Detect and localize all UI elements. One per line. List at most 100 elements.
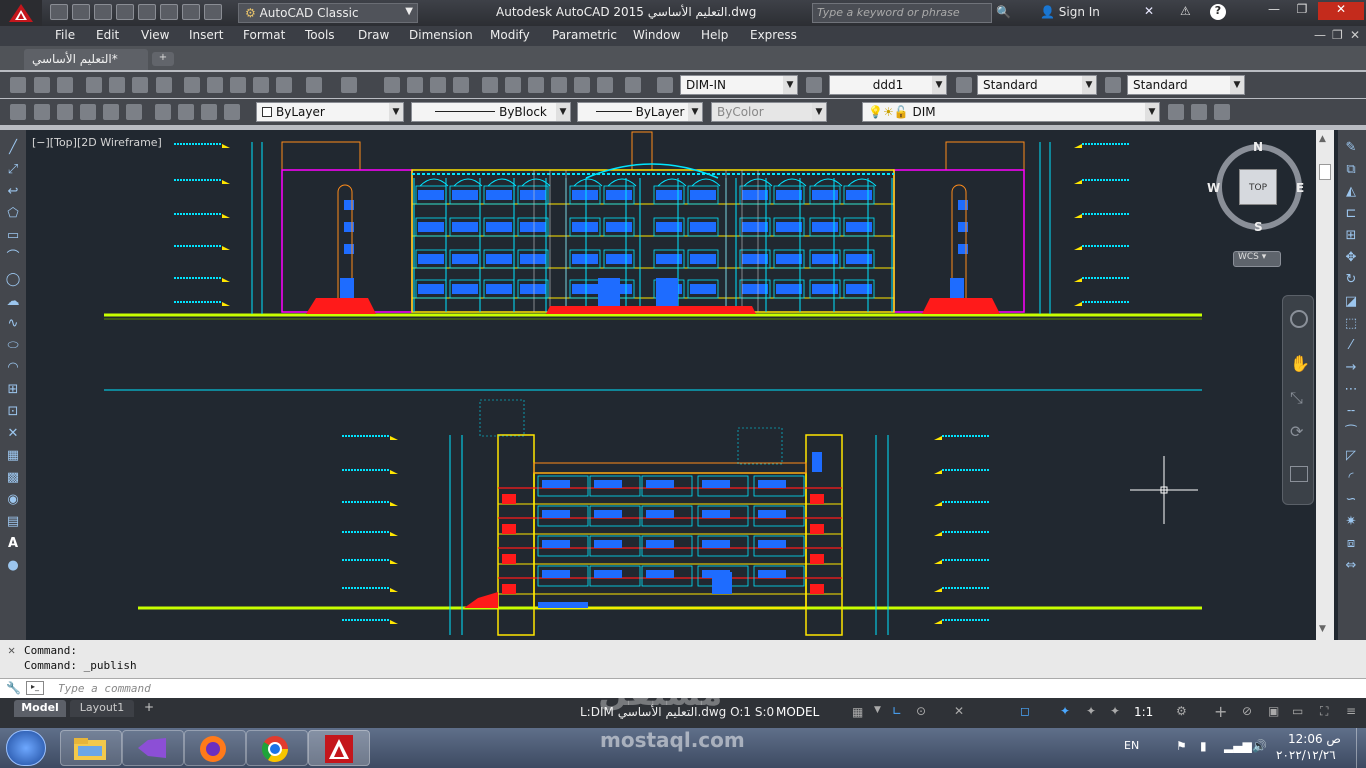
stretch-icon[interactable]: ⬚ (1343, 316, 1359, 331)
layer-tool-8-icon[interactable] (178, 104, 194, 120)
workspace-gear-icon[interactable]: ⚙ (1176, 704, 1187, 718)
object-snap-icon[interactable]: ◻ (1020, 704, 1030, 718)
tablestyle-dropdown[interactable]: ddd1 ▼ (829, 75, 947, 95)
color-dropdown[interactable]: ByLayer ▼ (256, 102, 404, 122)
help-icon[interactable]: ? (1210, 4, 1226, 20)
drawing-canvas[interactable]: [−][Top][2D Wireframe] TOP N S E W WCS ▾… (26, 130, 1338, 640)
chamfer-icon[interactable]: ◸ (1343, 448, 1359, 463)
tab-model[interactable]: Model (14, 700, 66, 717)
ellipse-icon[interactable]: ⬭ (5, 338, 21, 353)
multiline-text-icon[interactable]: A (5, 536, 21, 551)
redo-toolbar-icon[interactable] (341, 77, 357, 93)
tool-palettes-icon[interactable] (528, 77, 544, 93)
layer-tool-1-icon[interactable] (10, 104, 26, 120)
search-input[interactable]: Type a keyword or phrase (812, 3, 992, 23)
new-layout-button[interactable]: + (140, 700, 158, 716)
layer-tool-2-icon[interactable] (34, 104, 50, 120)
menu-file[interactable]: File (55, 28, 75, 42)
polygon-icon[interactable]: ⬠ (5, 206, 21, 221)
design-center-icon[interactable] (505, 77, 521, 93)
annotation-scale-value[interactable]: 1:1 (1134, 705, 1153, 719)
share-icon[interactable] (204, 4, 222, 20)
sign-in-button[interactable]: 👤 Sign In (1040, 5, 1100, 19)
revision-cloud-icon[interactable]: ☁ (5, 294, 21, 309)
language-indicator[interactable]: EN (1124, 739, 1139, 752)
linetype-dropdown[interactable]: ByBlock ▼ (411, 102, 571, 122)
plot-preview-icon[interactable] (109, 77, 125, 93)
fullscreen-icon[interactable]: ⛶ (1320, 704, 1328, 719)
clock-date[interactable]: ٢٠٢٢/١٢/٢٦ (1276, 748, 1336, 762)
paste-icon[interactable] (230, 77, 246, 93)
sheet-set-icon[interactable] (551, 77, 567, 93)
explode-icon[interactable]: ✷ (1343, 514, 1359, 529)
binoculars-icon[interactable]: 🔍 (996, 5, 1011, 19)
menu-tools[interactable]: Tools (305, 28, 335, 42)
ortho-icon[interactable]: ∟ (892, 704, 902, 718)
menu-help[interactable]: Help (701, 28, 728, 42)
workspace-dropdown[interactable]: ⚙ AutoCAD Classic ▼ (238, 3, 418, 23)
layer-tool-3-icon[interactable] (57, 104, 73, 120)
menu-express[interactable]: Express (750, 28, 797, 42)
restore-button[interactable]: ❐ (1290, 2, 1314, 20)
model-space-toggle[interactable]: MODEL (776, 705, 819, 719)
menu-edit[interactable]: Edit (96, 28, 119, 42)
copy-object-icon[interactable]: ⧉ (1343, 162, 1359, 177)
customization-menu-icon[interactable]: ≡ (1346, 704, 1356, 718)
cut-icon[interactable] (184, 77, 200, 93)
layer-tool-5-icon[interactable] (103, 104, 119, 120)
annotation-scale-icon[interactable]: ✦ (1110, 704, 1120, 718)
quickcalc-icon[interactable] (597, 77, 613, 93)
annotation-visibility-icon[interactable]: ✦ (1060, 704, 1070, 718)
insert-block-icon[interactable]: ⊞ (5, 382, 21, 397)
fillet-icon[interactable]: ◜ (1343, 470, 1359, 485)
polar-tracking-icon[interactable]: ⊙ (916, 704, 926, 718)
new-file-icon[interactable] (50, 4, 68, 20)
tab-layout1[interactable]: Layout1 (70, 700, 134, 717)
mleaderstyle-dropdown[interactable]: Standard ▼ (1127, 75, 1245, 95)
point-icon[interactable]: ✕ (5, 426, 21, 441)
array-icon[interactable]: ⊞ (1343, 228, 1359, 243)
lineweight-dropdown[interactable]: ByLayer ▼ (577, 102, 703, 122)
make-block-icon[interactable]: ⊡ (5, 404, 21, 419)
drawing-close-button[interactable]: ✕ (1350, 28, 1360, 42)
steering-wheel-icon[interactable] (1290, 310, 1308, 328)
properties-icon[interactable] (482, 77, 498, 93)
open-icon[interactable] (57, 77, 73, 93)
layer-tool-6-icon[interactable] (126, 104, 142, 120)
plot-icon[interactable] (138, 4, 156, 20)
hatch-icon[interactable]: ▦ (5, 448, 21, 463)
start-button[interactable] (6, 730, 46, 766)
scroll-thumb[interactable] (1319, 164, 1331, 180)
region-icon[interactable]: ◉ (5, 492, 21, 507)
save-as-icon[interactable] (116, 4, 134, 20)
menu-parametric[interactable]: Parametric (552, 28, 617, 42)
application-menu-button[interactable] (0, 0, 42, 26)
open-file-icon[interactable] (72, 4, 90, 20)
viewcube-top-face[interactable]: TOP (1239, 169, 1277, 205)
layer-tool-9-icon[interactable] (201, 104, 217, 120)
layer-tool-4-icon[interactable] (80, 104, 96, 120)
zoom-previous-icon[interactable] (453, 77, 469, 93)
drawing-restore-button[interactable]: ❐ (1332, 28, 1343, 42)
scroll-down-arrow[interactable]: ▼ (1319, 624, 1326, 634)
layer-state-icon[interactable] (1191, 104, 1207, 120)
orbit-icon[interactable]: ⟳ (1290, 422, 1303, 441)
battery-icon[interactable]: ▮ (1200, 739, 1207, 753)
layer-tool-7-icon[interactable] (155, 104, 171, 120)
gradient-icon[interactable]: ▩ (5, 470, 21, 485)
showmotion-icon[interactable] (1290, 466, 1308, 482)
drawing-minimize-button[interactable]: — (1314, 28, 1326, 42)
layer-previous-icon[interactable] (1168, 104, 1184, 120)
show-desktop-button[interactable] (1356, 728, 1366, 768)
undo-toolbar-icon[interactable] (306, 77, 322, 93)
textstyle-dropdown[interactable]: Standard ▼ (977, 75, 1097, 95)
hardware-acceleration-icon[interactable]: ▣ (1268, 704, 1279, 718)
grid-icon[interactable]: ▦ (852, 705, 863, 719)
scale-icon[interactable]: ◪ (1343, 294, 1359, 309)
move-icon[interactable]: ✥ (1343, 250, 1359, 265)
copy-nested-icon[interactable]: ⧈ (1343, 536, 1359, 551)
add-icon[interactable]: + (1214, 702, 1227, 721)
command-input[interactable]: Type a command (58, 682, 151, 695)
make-current-icon[interactable] (1214, 104, 1230, 120)
command-prompt-icon[interactable]: ▸_ (26, 681, 44, 695)
